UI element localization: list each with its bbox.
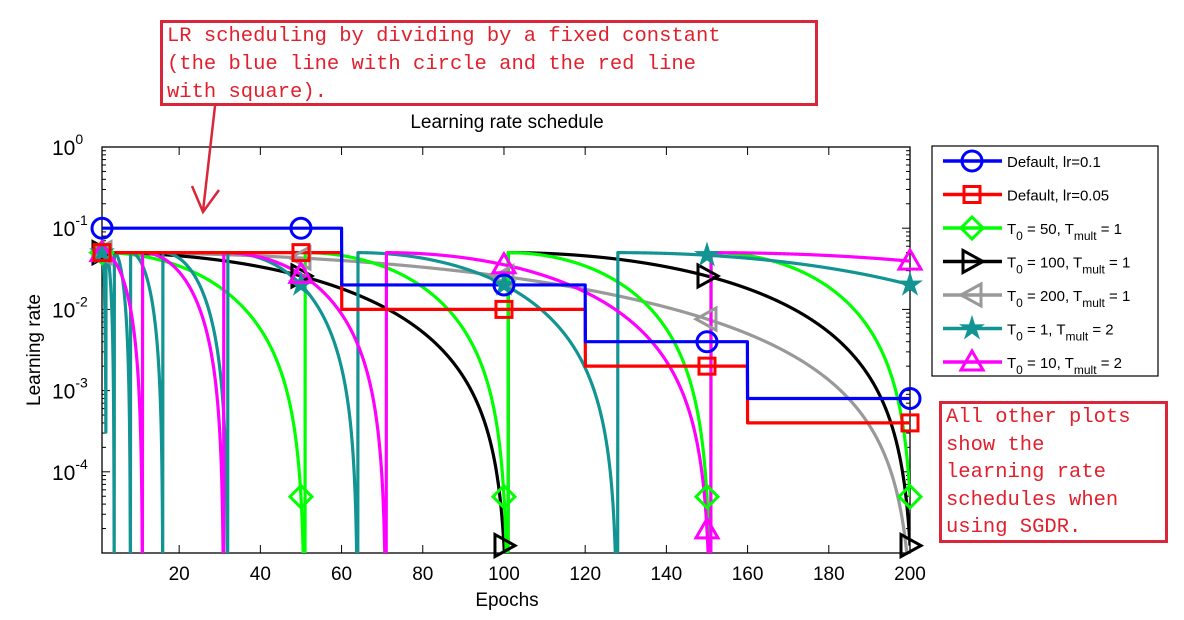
legend-label: Default, lr=0.05	[1007, 188, 1109, 205]
y-tick-label: 10-2	[52, 293, 88, 322]
top-annotation: LR scheduling by dividing by a fixed con…	[160, 20, 818, 106]
x-tick-label: 40	[250, 564, 271, 585]
x-axis-label: Epochs	[475, 590, 538, 611]
legend: Default, lr=0.1Default, lr=0.05T0 = 50, …	[931, 145, 1159, 377]
x-tick-label: 100	[488, 564, 520, 585]
x-tick-label: 80	[412, 564, 433, 585]
y-tick-label: 10-4	[52, 456, 88, 485]
x-tick-label: 20	[169, 564, 190, 585]
side-annotation: All other plots show the learning rate s…	[939, 401, 1168, 543]
x-tick-label: 160	[732, 564, 764, 585]
x-tick-label: 60	[331, 564, 352, 585]
x-tick-label: 120	[569, 564, 601, 585]
y-tick-label: 100	[52, 131, 83, 160]
x-tick-label: 200	[894, 564, 926, 585]
legend-label: Default, lr=0.1	[1007, 154, 1101, 171]
y-axis-label: Learning rate	[24, 294, 45, 406]
x-tick-label: 180	[813, 564, 845, 585]
x-tick-label: 140	[651, 564, 683, 585]
chart-title: Learning rate schedule	[410, 112, 603, 133]
y-tick-label: 10-3	[52, 375, 88, 404]
y-tick-label: 10-1	[52, 212, 88, 241]
